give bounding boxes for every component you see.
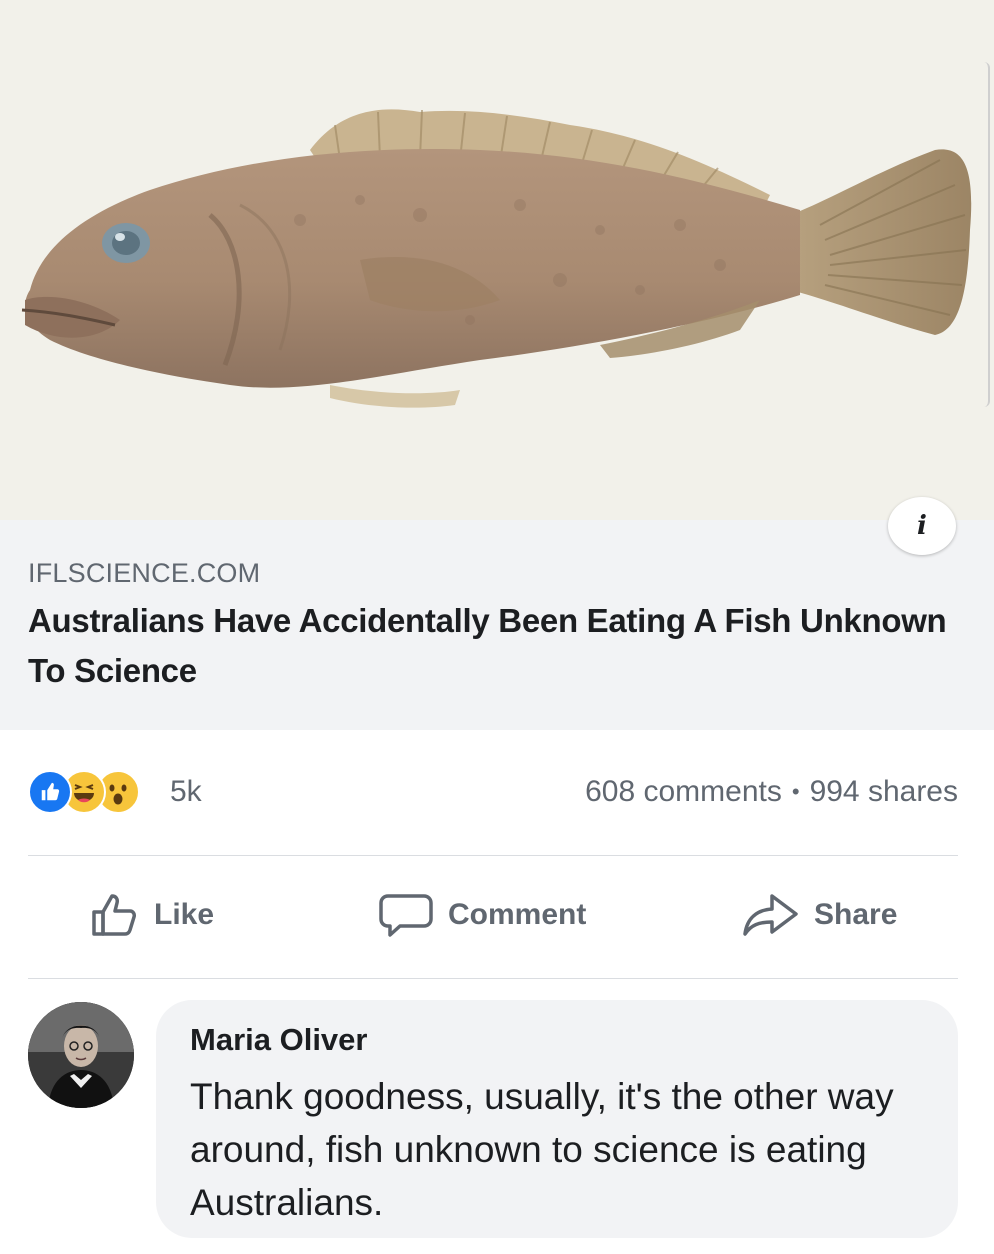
share-icon: [743, 894, 798, 936]
facebook-post: i IFLSCIENCE.COM Australians Have Accide…: [0, 0, 994, 1254]
share-button[interactable]: Share: [742, 890, 897, 940]
avatar[interactable]: [28, 1002, 134, 1108]
link-domain: IFLSCIENCE.COM: [28, 558, 261, 588]
reaction-count[interactable]: 5k: [170, 775, 202, 809]
comment-button[interactable]: Comment: [378, 890, 586, 940]
shares-count[interactable]: 994 shares: [810, 775, 958, 809]
link-preview-image[interactable]: [0, 0, 994, 520]
like-button[interactable]: Like: [90, 890, 214, 940]
divider: [28, 855, 958, 856]
fish-photo: [21, 109, 972, 408]
avatar-photo: [28, 1002, 134, 1108]
link-title[interactable]: Australians Have Accidentally Been Eatin…: [28, 596, 948, 696]
like-reaction-icon: [28, 770, 72, 814]
comment-label: Comment: [448, 898, 587, 931]
share-label: Share: [814, 898, 898, 931]
comment-text: Thank goodness, usually, it's the other …: [190, 1076, 894, 1223]
divider: [28, 978, 958, 979]
thumbs-up-icon: [92, 894, 136, 936]
scroll-edge: [984, 62, 990, 407]
comment-author[interactable]: Maria Oliver: [190, 1022, 367, 1058]
info-icon[interactable]: i: [888, 497, 956, 555]
separator-dot: •: [791, 779, 800, 804]
comment-icon: [379, 894, 433, 937]
comments-count[interactable]: 608 comments: [585, 775, 782, 809]
engagement-stats: 608 comments • 994 shares: [585, 775, 958, 809]
reaction-icons[interactable]: [28, 770, 140, 814]
like-label: Like: [154, 898, 215, 931]
